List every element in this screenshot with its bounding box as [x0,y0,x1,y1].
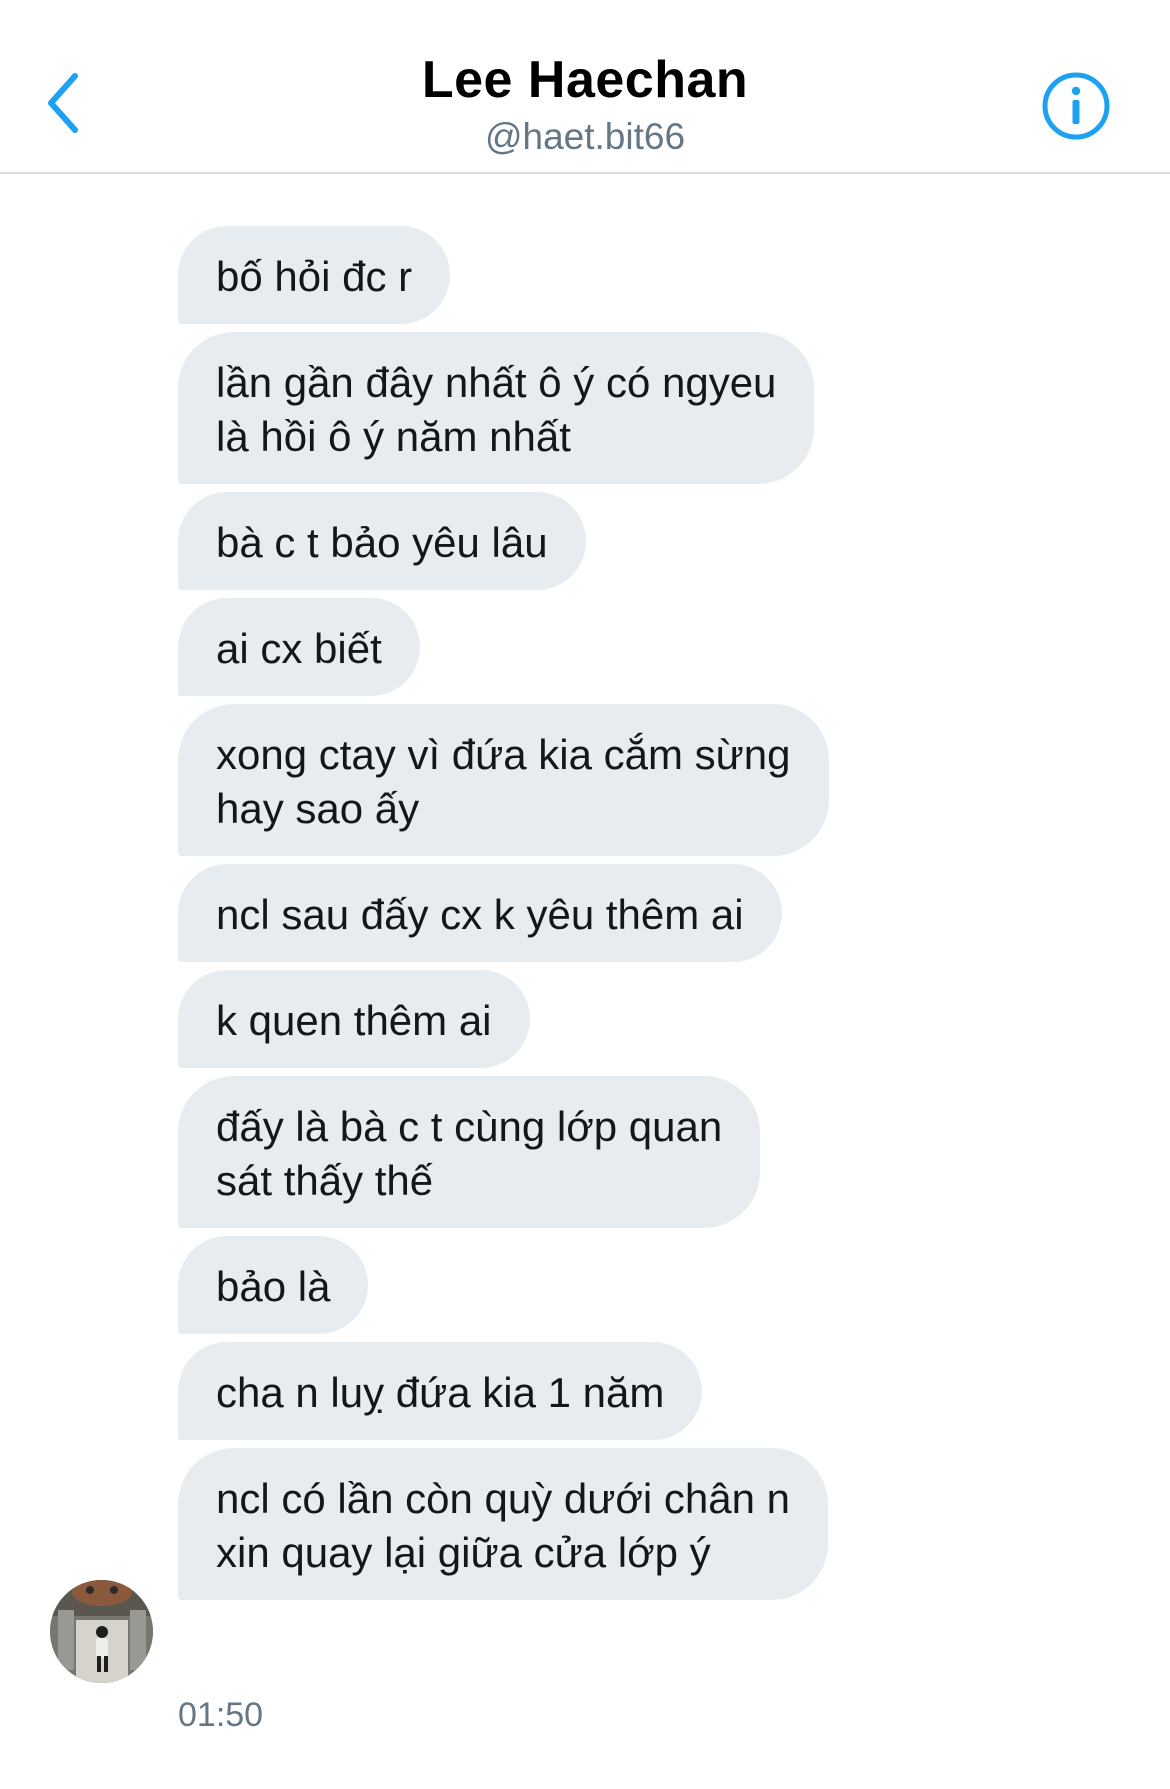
message-row: k quen thêm ai [178,970,978,1068]
message-timestamp: 01:50 [178,1696,264,1734]
message-bubble[interactable]: cha n luỵ đứa kia 1 năm [178,1342,703,1440]
message-row: ai cx biết [178,598,978,696]
chevron-left-icon [48,73,78,133]
message-bubble[interactable]: ai cx biết [178,598,420,696]
message-bubble[interactable]: bảo là [178,1236,369,1334]
message-bubble[interactable]: ncl sau đấy cx k yêu thêm ai [178,864,782,962]
message-row: xong ctay vì đứa kia cắm sừng hay sao ấy [178,704,978,856]
message-bubble[interactable]: xong ctay vì đứa kia cắm sừng hay sao ấy [178,704,829,856]
message-row: cha n luỵ đứa kia 1 năm [178,1342,978,1440]
message-bubble[interactable]: đấy là bà c t cùng lớp quan sát thấy thế [178,1076,761,1228]
info-circle-icon [1042,72,1110,140]
conversation-header: Lee Haechan @haet.bit66 [0,0,1170,174]
info-button[interactable] [1036,66,1116,146]
contact-name: Lee Haechan [421,51,749,109]
contact-handle: @haet.bit66 [484,116,686,157]
message-bubble[interactable]: lần gần đây nhất ô ý có ngyeu là hồi ô ý… [178,332,815,484]
message-row: ncl sau đấy cx k yêu thêm ai [178,864,978,962]
message-bubble[interactable]: k quen thêm ai [178,970,530,1068]
conversation-title[interactable]: Lee Haechan @haet.bit66 [285,50,885,160]
message-row: bố hỏi đc r [178,226,978,324]
message-row: bảo là [178,1236,978,1334]
message-bubble[interactable]: bà c t bảo yêu lâu [178,492,586,590]
message-row: lần gần đây nhất ô ý có ngyeu là hồi ô ý… [178,332,978,484]
avatar[interactable] [50,1580,153,1683]
message-bubble[interactable]: ncl có lần còn quỳ dưới chân n xin quay … [178,1448,828,1600]
message-row: đấy là bà c t cùng lớp quan sát thấy thế [178,1076,978,1228]
message-bubble[interactable]: bố hỏi đc r [178,226,451,324]
message-list: bố hỏi đc r lần gần đây nhất ô ý có ngye… [178,226,978,1608]
message-row: ncl có lần còn quỳ dưới chân n xin quay … [178,1448,978,1600]
back-button[interactable] [28,60,98,146]
message-row: bà c t bảo yêu lâu [178,492,978,590]
avatar-photo [50,1580,153,1683]
